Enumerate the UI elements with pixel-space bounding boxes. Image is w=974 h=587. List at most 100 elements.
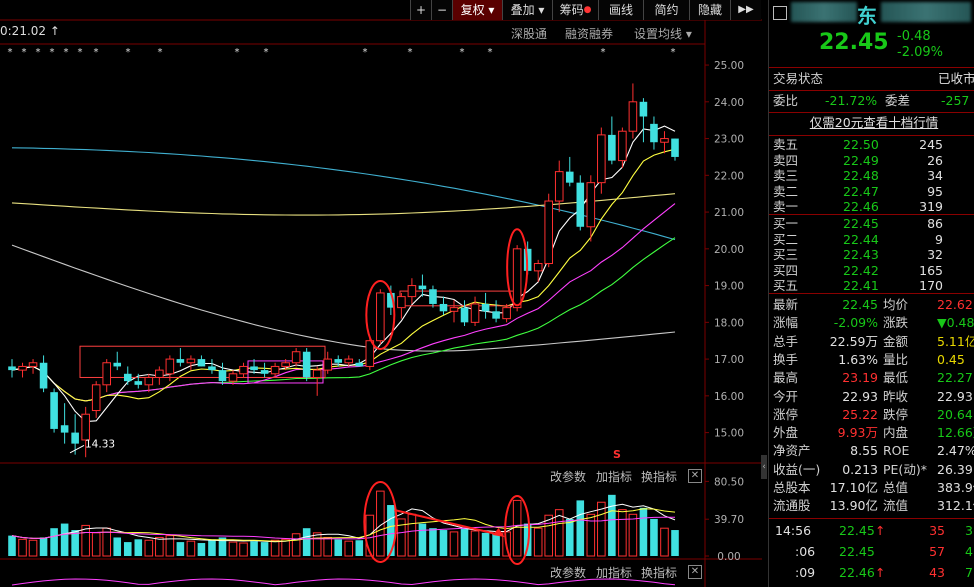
kline-svg[interactable]: 25.00 24.00 23.00 22.00 21.00 20.00 19.00 18.00… — [0, 0, 762, 587]
vol-close-icon[interactable]: ✕ — [688, 469, 702, 483]
stat-value: 25.22 — [842, 406, 878, 422]
order-diff-label: 委差 — [885, 93, 911, 108]
stat-row: 今开 22.93 昨收 22.93 — [773, 388, 974, 406]
hk-connect-link[interactable]: 深股通 — [511, 25, 547, 42]
chevron-down-icon: ▾ — [682, 27, 692, 41]
sell-row[interactable]: 卖一 22.46 319 — [773, 199, 974, 215]
ma-cyan-line — [11, 147, 676, 241]
order-ratio-value: -21.72% — [825, 93, 878, 108]
volume-bar-up — [597, 501, 606, 557]
chips-button[interactable]: 筹码● — [552, 0, 598, 20]
event-star-icon: * — [36, 47, 41, 58]
buy-row[interactable]: 买五 22.41 170 — [773, 278, 974, 294]
sell-volume: 26 — [927, 152, 943, 168]
buy-row[interactable]: 买一 22.45 86 — [773, 216, 974, 232]
low-price-label: 14.33 — [85, 438, 115, 450]
low-marker-arrow — [69, 445, 85, 454]
restore-rights-button[interactable]: 复权 ▾ — [452, 0, 502, 20]
stat-row: 涨幅 -2.09% 涨跌 ▼0.48 — [773, 314, 974, 332]
buy-row[interactable]: 买三 22.43 32 — [773, 247, 974, 263]
zoom-in-button[interactable]: + — [410, 0, 431, 20]
stat-label: 流通股 — [773, 498, 811, 514]
ma-settings-link[interactable]: 设置均线 ▾ — [634, 25, 692, 42]
stat-label: 外盘 — [773, 425, 799, 441]
volume-bar-down — [460, 528, 469, 556]
event-star-icon: * — [50, 47, 55, 58]
candle-body-down — [355, 362, 364, 367]
event-star-icon: * — [78, 47, 83, 58]
candle-body-down — [250, 366, 258, 371]
candle-body-up — [165, 358, 175, 375]
sell-volume: 245 — [919, 137, 943, 152]
buy-row[interactable]: 买二 22.44 9 — [773, 232, 974, 248]
sell-row[interactable]: 卖五 22.50 245 — [773, 137, 974, 153]
buy-row[interactable]: 买四 22.42 165 — [773, 263, 974, 279]
divider — [769, 135, 974, 136]
candle-body-up — [397, 296, 406, 309]
volume-bar-up — [270, 539, 280, 557]
stat-value: 26.39 — [937, 461, 973, 477]
stat-label: 收益(一) — [773, 461, 821, 477]
stock-icon — [773, 6, 787, 20]
candle-body-up — [512, 248, 522, 309]
stat-label: 换手 — [773, 351, 799, 367]
stat-label: 涨幅 — [773, 315, 799, 331]
sell-row[interactable]: 卖三 22.48 34 — [773, 168, 974, 184]
vol-add-indicator-link[interactable]: 加指标 — [596, 468, 632, 485]
candle-body-up — [323, 358, 333, 371]
sell-price: 22.46 — [843, 199, 879, 215]
sell-row[interactable]: 卖二 22.47 95 — [773, 184, 974, 200]
collapse-handle[interactable]: ‹ — [761, 455, 767, 479]
sub-close-icon[interactable]: ✕ — [688, 565, 702, 579]
expand-arrows-icon[interactable]: ▶▶ — [730, 0, 761, 20]
platform-box — [399, 290, 516, 307]
volume-bar-down — [39, 537, 48, 556]
vol-switch-indicator-link[interactable]: 换指标 — [641, 468, 677, 485]
trade-status-value: 已收市 — [938, 71, 974, 86]
signal-s-marker: S — [613, 448, 621, 461]
sub-add-indicator-link[interactable]: 加指标 — [596, 564, 632, 581]
volume-bar-up — [28, 539, 38, 557]
candle-body-up — [618, 130, 627, 162]
stat-row: 收益(一) 0.213 PE(动)* 26.39 — [773, 461, 974, 479]
candle-body-up — [407, 285, 417, 298]
sell-row[interactable]: 卖四 22.49 26 — [773, 153, 974, 169]
candle-body-down — [123, 373, 132, 382]
stat-value: 20.64 — [937, 406, 973, 422]
volume-bar-up — [533, 527, 543, 557]
ten-level-link[interactable]: 仅需20元查看十档行情 — [773, 114, 974, 132]
arrow-up-icon: ↑ — [875, 523, 886, 538]
stat-value: 5.11亿 — [937, 333, 974, 349]
volume-bar-up — [323, 536, 333, 557]
volume-bar-down — [387, 505, 395, 556]
stat-value: 22.93 — [842, 388, 878, 404]
event-star-icon: * — [235, 47, 240, 58]
volume-bar-up — [344, 540, 354, 557]
hide-button[interactable]: 隐藏 — [689, 0, 730, 20]
overlay-button[interactable]: 叠加 ▾ — [502, 0, 552, 20]
draw-line-button[interactable]: 画线 — [598, 0, 643, 20]
ma-settings-label: 设置均线 — [634, 27, 683, 41]
candle-body-up — [470, 303, 480, 323]
sub-switch-indicator-link[interactable]: 换指标 — [641, 564, 677, 581]
vol-edit-params-link[interactable]: 改参数 — [550, 468, 586, 485]
stat-row: 总手 22.59万 金额 5.11亿 — [773, 333, 974, 351]
volume-bar-up — [618, 509, 627, 557]
margin-trading-link[interactable]: 融资融券 — [565, 25, 613, 42]
volume-bar-down — [650, 518, 658, 556]
kline-chart-area[interactable]: 25.00 24.00 23.00 22.00 21.00 20.00 19.00 18.00… — [0, 0, 767, 587]
sub-edit-params-link[interactable]: 改参数 — [550, 564, 586, 581]
stat-value: -2.09% — [833, 315, 878, 331]
buy-price: 22.43 — [843, 247, 879, 263]
price-tick-label: 20.00 — [714, 244, 744, 256]
volume-bar-up — [628, 513, 638, 557]
candle-body-up — [18, 365, 27, 371]
simple-mode-button[interactable]: 简约 — [643, 0, 689, 20]
stat-label: 量比 — [883, 351, 909, 367]
stock-code-blurred — [881, 2, 971, 22]
sell-price: 22.48 — [843, 168, 879, 184]
buy-label: 买四 — [773, 262, 799, 278]
ten-level-text[interactable]: 仅需20元查看十档行情 — [810, 115, 938, 130]
zoom-out-button[interactable]: − — [431, 0, 452, 20]
candle-body-down — [671, 138, 679, 157]
